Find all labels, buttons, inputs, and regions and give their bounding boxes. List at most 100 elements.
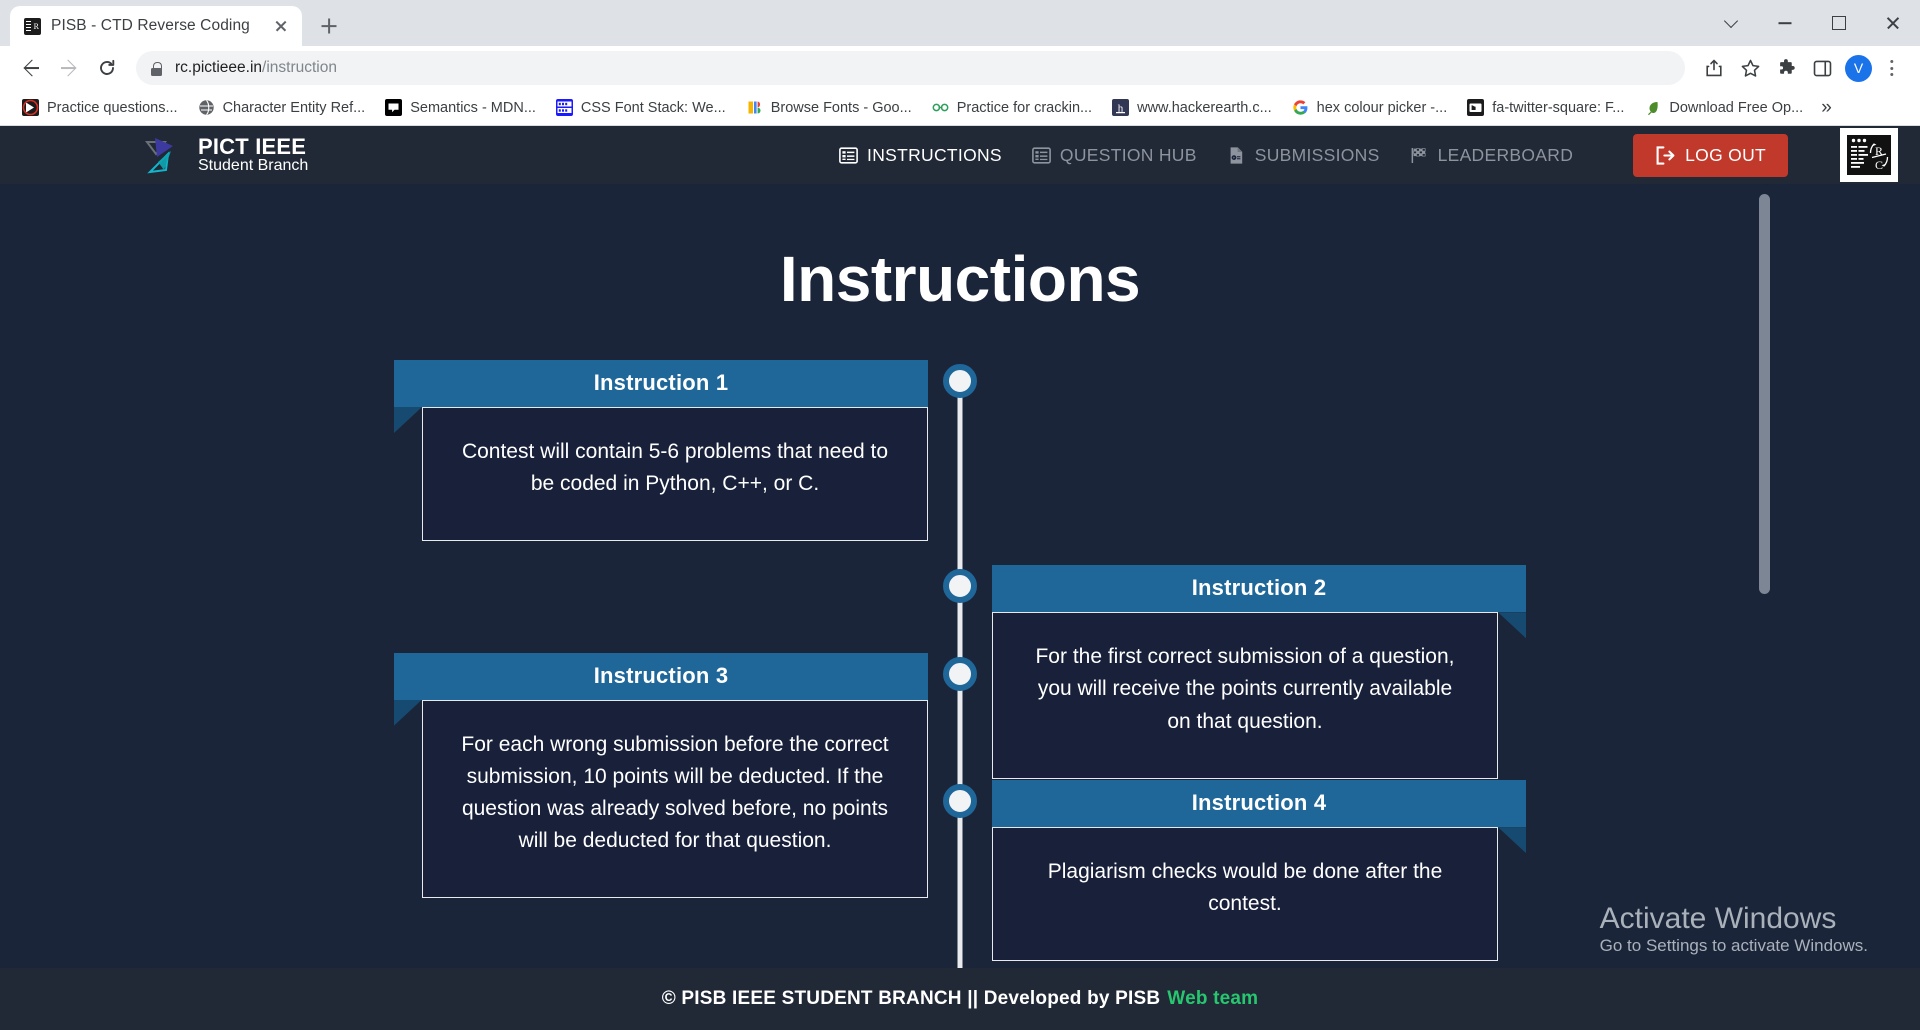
nav-item-leaderboard[interactable]: LEADERBOARD xyxy=(1410,145,1574,166)
instruction-heading: Instruction 3 xyxy=(394,652,928,700)
new-tab-button[interactable] xyxy=(312,9,346,43)
list-icon xyxy=(839,146,858,165)
close-icon[interactable] xyxy=(1866,0,1920,46)
footer-web-team-link[interactable]: Web team xyxy=(1167,988,1258,1010)
instruction-card-4: Instruction 4 Plagiarism checks would be… xyxy=(992,780,1526,962)
bookmark-favicon-icon xyxy=(22,99,39,116)
site-nav-links: INSTRUCTIONS QUESTION HUB SUBMISSIONS LE… xyxy=(839,128,1898,182)
bookmark-label: Practice for crackin... xyxy=(956,99,1093,116)
nav-label: INSTRUCTIONS xyxy=(867,144,1002,165)
site-navbar: PICT IEEE Student Branch INSTRUCTIONS QU… xyxy=(0,126,1920,184)
profile-avatar[interactable]: V xyxy=(1845,54,1872,82)
url-domain: rc.pictieee.in xyxy=(175,59,263,76)
instruction-heading: Instruction 2 xyxy=(992,565,1526,613)
extensions-icon[interactable] xyxy=(1769,51,1803,85)
instructions-panel: Instructions Instruction 1 Contest will … xyxy=(148,184,1772,968)
bookmark-item[interactable]: Practice questions... xyxy=(12,94,188,122)
kebab-menu-icon[interactable] xyxy=(1878,51,1906,85)
address-bar-url: rc.pictieee.in/instruction xyxy=(175,59,337,77)
pict-ieee-logo-icon xyxy=(145,138,173,174)
bookmark-item[interactable]: fa-twitter-square: F... xyxy=(1457,94,1634,122)
share-icon[interactable] xyxy=(1697,51,1731,85)
bookmark-item[interactable]: Browse Fonts - Goo... xyxy=(736,94,922,122)
tab-strip: PISB - CTD Reverse Coding xyxy=(0,0,1920,46)
footer-text: © PISB IEEE STUDENT BRANCH || Developed … xyxy=(661,988,1161,1009)
logout-label: LOG OUT xyxy=(1685,144,1766,165)
bookmark-favicon-icon xyxy=(385,99,403,116)
nav-label: LEADERBOARD xyxy=(1437,144,1574,165)
web-page: PICT IEEE Student Branch INSTRUCTIONS QU… xyxy=(0,126,1920,1030)
browser-window: PISB - CTD Reverse Coding rc.pictieee.in… xyxy=(0,0,1920,1030)
reload-icon[interactable] xyxy=(90,51,124,85)
bookmark-item[interactable]: h www.hackerearth.c... xyxy=(1102,94,1282,122)
bookmark-item[interactable]: Semantics - MDN... xyxy=(375,94,546,122)
bookmark-item[interactable]: Character Entity Ref... xyxy=(188,94,376,122)
browser-tab[interactable]: PISB - CTD Reverse Coding xyxy=(10,6,302,46)
bookmark-item[interactable]: Download Free Op... xyxy=(1634,94,1813,122)
page-scrollbar[interactable] xyxy=(1759,194,1770,958)
brand-subtitle: Student Branch xyxy=(198,157,309,175)
minimize-icon[interactable] xyxy=(1758,0,1812,46)
url-path: /instruction xyxy=(262,59,337,76)
address-bar[interactable]: rc.pictieee.in/instruction xyxy=(136,51,1685,85)
tab-title: PISB - CTD Reverse Coding xyxy=(51,17,250,34)
timeline-dot xyxy=(943,784,977,819)
bookmark-label: Browse Fonts - Goo... xyxy=(770,99,912,116)
timeline-dot xyxy=(943,364,977,398)
list-icon xyxy=(1032,146,1051,165)
instructions-timeline: Instruction 1 Contest will contain 5-6 p… xyxy=(148,360,1772,968)
maximize-icon[interactable] xyxy=(1812,0,1866,46)
file-code-icon xyxy=(1227,146,1246,165)
svg-text:C: C xyxy=(1875,158,1883,172)
bookmark-favicon-icon xyxy=(746,99,763,116)
bookmark-label: www.hackerearth.c... xyxy=(1137,99,1272,116)
bookmark-label: hex colour picker -... xyxy=(1316,99,1448,116)
bookmark-item[interactable]: Practice for crackin... xyxy=(922,94,1102,122)
brand-title: PICT IEEE xyxy=(198,134,307,160)
instruction-heading: Instruction 1 xyxy=(394,360,928,407)
back-arrow-icon[interactable] xyxy=(14,51,48,85)
tab-close-icon[interactable] xyxy=(270,15,292,37)
page-title: Instructions xyxy=(779,243,1141,315)
bookmark-item[interactable]: CSS Font Stack: We... xyxy=(546,94,736,122)
instruction-card-1: Instruction 1 Contest will contain 5-6 p… xyxy=(394,360,928,542)
nav-item-submissions[interactable]: SUBMISSIONS xyxy=(1227,145,1380,166)
bookmark-label: fa-twitter-square: F... xyxy=(1492,99,1625,116)
bookmark-label: Download Free Op... xyxy=(1669,99,1804,116)
instructions-scroll-area: Instructions Instruction 1 Contest will … xyxy=(148,184,1772,968)
bookmark-favicon-icon xyxy=(1644,99,1661,116)
instruction-text: Plagiarism checks would be done after th… xyxy=(992,827,1498,962)
sign-out-icon xyxy=(1655,145,1675,165)
reverse-coding-badge[interactable]: R C xyxy=(1840,128,1898,182)
bookmark-label: CSS Font Stack: We... xyxy=(580,99,726,116)
nav-label: QUESTION HUB xyxy=(1059,144,1197,165)
nav-item-question-hub[interactable]: QUESTION HUB xyxy=(1032,145,1197,166)
scrollbar-thumb[interactable] xyxy=(1759,194,1770,594)
star-icon[interactable] xyxy=(1733,51,1767,85)
timeline-dot xyxy=(943,656,977,691)
checkered-flag-icon xyxy=(1410,146,1429,165)
site-footer: © PISB IEEE STUDENT BRANCH || Developed … xyxy=(0,968,1920,1030)
bookmarks-overflow-button[interactable]: » xyxy=(1813,97,1840,119)
bookmark-favicon-icon: h xyxy=(1112,99,1130,116)
rc-logo-icon: R C xyxy=(1847,135,1891,175)
bookmark-favicon-icon xyxy=(1292,99,1309,116)
bookmark-label: Character Entity Ref... xyxy=(222,99,366,116)
timeline-dot xyxy=(943,569,977,604)
browser-toolbar: rc.pictieee.in/instruction V xyxy=(0,46,1920,90)
timeline-row: Instruction 4 Plagiarism checks would be… xyxy=(148,780,1772,962)
bookmark-favicon-icon xyxy=(932,99,949,116)
bookmark-item[interactable]: hex colour picker -... xyxy=(1282,94,1458,122)
toolbar-actions: V xyxy=(1697,51,1906,85)
instruction-heading: Instruction 4 xyxy=(992,780,1526,828)
logout-button[interactable]: LOG OUT xyxy=(1633,133,1788,177)
side-panel-icon[interactable] xyxy=(1805,51,1839,85)
forward-arrow-icon[interactable] xyxy=(52,51,86,85)
bookmark-label: Practice questions... xyxy=(47,99,178,116)
chevron-down-icon[interactable] xyxy=(1704,0,1758,46)
timeline-row: Instruction 1 Contest will contain 5-6 p… xyxy=(148,360,1772,542)
nav-item-instructions[interactable]: INSTRUCTIONS xyxy=(839,145,1002,166)
window-controls xyxy=(1704,0,1920,46)
site-logo[interactable]: PICT IEEE Student Branch xyxy=(140,132,308,178)
bookmark-favicon-icon xyxy=(198,99,215,116)
